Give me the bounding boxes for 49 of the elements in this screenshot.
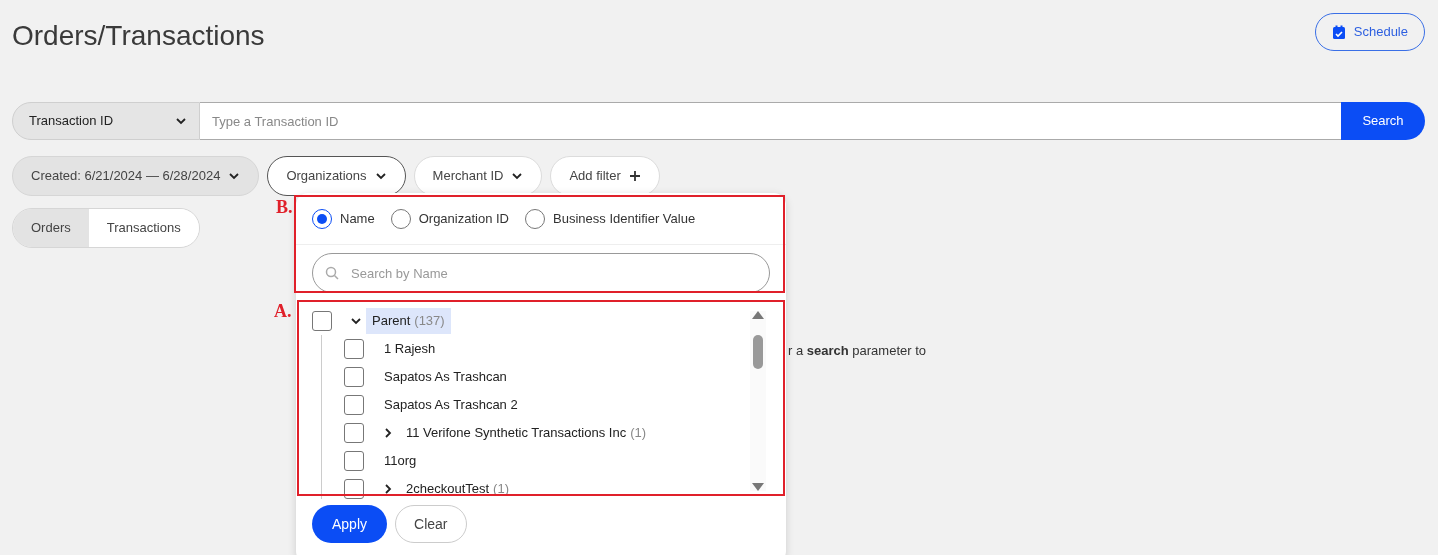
scroll-up-icon[interactable] [752,311,764,319]
view-tab[interactable]: Transactions [88,209,199,247]
item-count: (1) [630,424,647,443]
filter-button[interactable]: Created: 6/21/2024 — 6/28/2024 [12,156,260,196]
hint-text: r a search parameter to [788,342,927,360]
search-by-radio[interactable]: Name [312,208,375,229]
search-type-select[interactable]: Transaction ID [12,102,200,140]
search-by-name-field[interactable]: Search by Name [312,253,770,293]
tree-item[interactable]: Parent (137) [366,308,451,334]
scroll-thumb[interactable] [753,335,763,369]
clear-button[interactable]: Clear [395,505,467,543]
tree-item[interactable]: 11org [378,448,423,474]
schedule-button[interactable]: Schedule [1314,13,1425,51]
checkbox[interactable] [312,311,332,331]
checkbox[interactable] [344,367,364,387]
checkbox[interactable] [344,451,364,471]
scrollbar[interactable] [750,311,766,491]
checkbox[interactable] [344,479,364,499]
view-tab[interactable]: Orders [13,209,89,247]
apply-button[interactable]: Apply [312,505,388,543]
search-button[interactable]: Search [1341,102,1425,140]
search-icon [325,266,339,280]
chevron-right-icon [382,427,394,439]
tree-item[interactable]: 11 Verifone Synthetic Transactions Inc (1) [400,420,653,446]
search-by-radio[interactable]: Organization ID [390,208,509,229]
chevron-down-icon [374,170,387,182]
chevron-down-icon [228,170,241,182]
checkbox[interactable] [344,423,364,443]
annotation-label: B. [276,196,293,219]
page-title: Orders/Transactions [12,19,265,53]
plus-icon [628,170,641,182]
tree-item[interactable]: Sapatos As Trashcan [378,364,513,390]
tree-item[interactable]: 1 Rajesh [378,336,442,362]
annotation-label: A. [274,300,292,323]
transaction-id-field[interactable]: Type a Transaction ID [200,102,1341,140]
checkbox[interactable] [344,339,364,359]
filter-button[interactable]: Add filter [550,156,660,196]
item-count: (137) [414,312,445,331]
calendar-check-icon [1331,24,1346,40]
search-by-radio[interactable]: Business Identifier Value [525,208,696,229]
scroll-down-icon[interactable] [752,483,764,491]
tree-item[interactable]: Sapatos As Trashcan 2 [378,392,524,418]
filter-button[interactable]: Organizations [267,156,406,196]
chevron-down-icon [175,115,187,127]
chevron-down-icon [350,315,362,327]
filter-button[interactable]: Merchant ID [413,156,543,196]
checkbox[interactable] [344,395,364,415]
chevron-right-icon [382,483,394,495]
chevron-down-icon [511,170,524,182]
